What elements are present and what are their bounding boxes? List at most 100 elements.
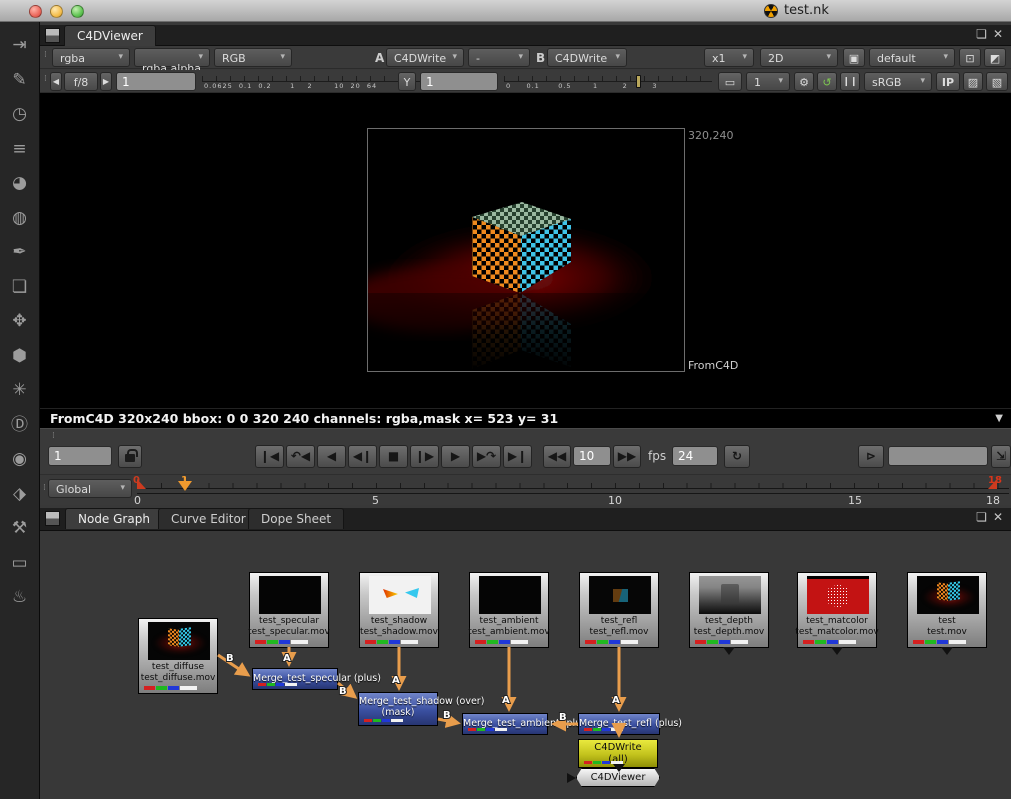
render-range-field[interactable] <box>888 446 988 466</box>
keyer-icon[interactable]: ✒ <box>8 241 32 264</box>
panel-menu-icon[interactable] <box>45 511 60 526</box>
close-window-button[interactable] <box>29 5 42 18</box>
read-node-test[interactable]: testtest.mov <box>907 572 987 648</box>
read-node-test-refl[interactable]: test_refltest_refl.mov <box>579 572 659 648</box>
panel-menu-icon[interactable] <box>45 28 60 43</box>
tab-node-graph[interactable]: Node Graph <box>65 508 163 529</box>
gamma-slider-knob[interactable] <box>636 75 641 88</box>
range-mode-dropdown[interactable]: ▾Global <box>48 479 132 498</box>
fstop-button[interactable]: f/8 <box>64 72 98 91</box>
view-mode-dropdown[interactable]: ▾2D <box>760 48 838 67</box>
frame-increment-field[interactable]: 10 <box>573 446 611 466</box>
skip-forward-button[interactable]: ▶▶ <box>613 445 641 468</box>
read-node-test-specular[interactable]: test_speculartest_specular.mov <box>249 572 329 648</box>
input-process-button[interactable]: IP <box>936 72 960 91</box>
input-a-dropdown[interactable]: ▾C4DWrite <box>386 48 464 67</box>
minimize-window-button[interactable] <box>50 5 63 18</box>
transform-icon[interactable]: ✥ <box>8 310 32 333</box>
fstop-prev-icon[interactable]: ◀ <box>50 72 62 91</box>
merge-node-test-ambient[interactable]: Merge_test_ambient (plus) <box>462 713 548 735</box>
furnace-icon[interactable]: ♨ <box>8 586 32 609</box>
read-node-test-diffuse[interactable]: test_diffusetest_diffuse.mov <box>138 618 218 694</box>
merge-node-test-specular[interactable]: Merge_test_specular (plus) <box>252 668 338 690</box>
monitor-output-icon[interactable]: ▭ <box>718 72 742 91</box>
goto-start-button[interactable]: ❙◀ <box>255 445 284 468</box>
playhead-marker[interactable] <box>178 481 192 491</box>
views-icon[interactable]: ◉ <box>8 448 32 471</box>
read-node-test-depth[interactable]: test_depthtest_depth.mov <box>689 572 769 648</box>
lut-dropdown[interactable]: ▾sRGB <box>864 72 932 91</box>
lock-range-button[interactable] <box>118 445 142 468</box>
range-end-marker[interactable] <box>988 479 997 489</box>
read-node-test-shadow[interactable]: test_shadowtest_shadow.mov <box>359 572 439 648</box>
gamma-toggle-button[interactable]: Y <box>398 72 416 91</box>
flipbook-icon[interactable]: ⊳ <box>858 445 884 468</box>
write-node-c4dwrite[interactable]: C4DWrite (all) <box>578 739 658 768</box>
channels-dropdown[interactable]: ▾rgba <box>52 48 130 67</box>
node-graph-canvas[interactable]: test_speculartest_specular.mov test_shad… <box>40 531 1011 799</box>
time-icon[interactable]: ◷ <box>8 103 32 126</box>
next-keyframe-button[interactable]: ▶↷ <box>472 445 501 468</box>
read-node-test-matcolor[interactable]: test_matcolortest_matcolor.mov <box>797 572 877 648</box>
skip-back-button[interactable]: ◀◀ <box>543 445 571 468</box>
step-back-button[interactable]: ◀❙ <box>348 445 377 468</box>
current-frame-field[interactable]: 1 <box>48 446 112 466</box>
tab-dope-sheet[interactable]: Dope Sheet <box>248 508 344 529</box>
row-handle[interactable]: ⁞ <box>44 50 48 60</box>
zoom-level-dropdown[interactable]: ▾x1 <box>704 48 754 67</box>
merge-node-test-shadow[interactable]: Merge_test_shadow (over) (mask) <box>358 692 438 726</box>
row-handle[interactable]: ⁞ <box>44 74 48 84</box>
merge-icon[interactable]: ❏ <box>8 276 32 299</box>
close-panel-icon[interactable]: ✕ <box>993 27 1009 41</box>
float-panel-icon[interactable]: ❏ <box>976 27 993 41</box>
timeline-handle[interactable]: ⁞ <box>43 483 47 493</box>
tab-c4dviewer[interactable]: C4DViewer <box>64 25 156 46</box>
tab-curve-editor[interactable]: Curve Editor <box>158 508 259 529</box>
filter-icon[interactable]: ◍ <box>8 207 32 230</box>
play-button[interactable]: ▶ <box>441 445 470 468</box>
draw-icon[interactable]: ✎ <box>8 69 32 92</box>
status-dropdown-icon[interactable]: ▼ <box>995 413 1003 424</box>
input-b-dropdown[interactable]: ▾C4DWrite <box>547 48 627 67</box>
refresh-icon[interactable]: ↺ <box>817 72 837 91</box>
transport-handle[interactable]: ⁞ <box>52 431 56 441</box>
stop-button[interactable]: ■ <box>379 445 408 468</box>
merge-node-test-refl[interactable]: Merge_test_refl (plus) <box>578 713 660 735</box>
goto-end-button[interactable]: ▶❙ <box>503 445 532 468</box>
channel-icon[interactable]: ≡ <box>8 138 32 161</box>
viewer-viewport[interactable]: 320,240 FromC4D <box>40 93 1011 408</box>
gamma-field[interactable]: 1 <box>420 72 498 91</box>
range-start-marker[interactable] <box>137 479 146 489</box>
particles-icon[interactable]: ✳ <box>8 379 32 402</box>
read-node-test-ambient[interactable]: test_ambienttest_ambient.mov <box>469 572 549 648</box>
proxy-dropdown[interactable]: ▾1 <box>746 72 790 91</box>
timeline-ruler[interactable] <box>137 488 1009 494</box>
other-icon[interactable]: ▭ <box>8 552 32 575</box>
alpha-channel-dropdown[interactable]: ▾rgba.alpha <box>134 48 210 67</box>
render-icon[interactable]: ⇲ <box>991 445 1011 468</box>
metadata-icon[interactable]: ⬗ <box>8 483 32 506</box>
prev-frame-button[interactable]: ◀ <box>317 445 346 468</box>
toolsets-icon[interactable]: ⚒ <box>8 517 32 540</box>
loop-mode-icon[interactable]: ↻ <box>724 445 750 468</box>
compare-mode-dropdown[interactable]: ▾- <box>468 48 530 67</box>
pause-icon[interactable]: ❙❙ <box>840 72 860 91</box>
gamma-slider[interactable]: 0 0.1 0.5 1 2 3 <box>504 73 712 90</box>
cliptest-icon[interactable]: ▨ <box>963 72 983 91</box>
display-channel-dropdown[interactable]: ▾RGB <box>214 48 292 67</box>
fps-field[interactable]: 24 <box>672 446 718 466</box>
overlay-icon[interactable]: ▧ <box>986 72 1008 91</box>
3d-icon[interactable]: ⬢ <box>8 345 32 368</box>
gain-field[interactable]: 1 <box>116 72 196 91</box>
camera-icon[interactable]: ▣ <box>843 48 865 67</box>
image-icon[interactable]: ⇥ <box>8 34 32 57</box>
prev-keyframe-button[interactable]: ↶◀ <box>286 445 315 468</box>
layout-dropdown[interactable]: ▾default <box>869 48 955 67</box>
deep-icon[interactable]: Ⓓ <box>8 414 32 437</box>
close-panel-icon[interactable]: ✕ <box>993 510 1009 524</box>
color-icon[interactable]: ◕ <box>8 172 32 195</box>
pan-zoom-icon[interactable]: ◩ <box>984 48 1006 67</box>
viewer-node-c4dviewer[interactable]: C4DViewer <box>576 768 660 787</box>
zoom-fit-icon[interactable]: ⊡ <box>959 48 981 67</box>
roi-icon[interactable]: ⚙ <box>794 72 814 91</box>
